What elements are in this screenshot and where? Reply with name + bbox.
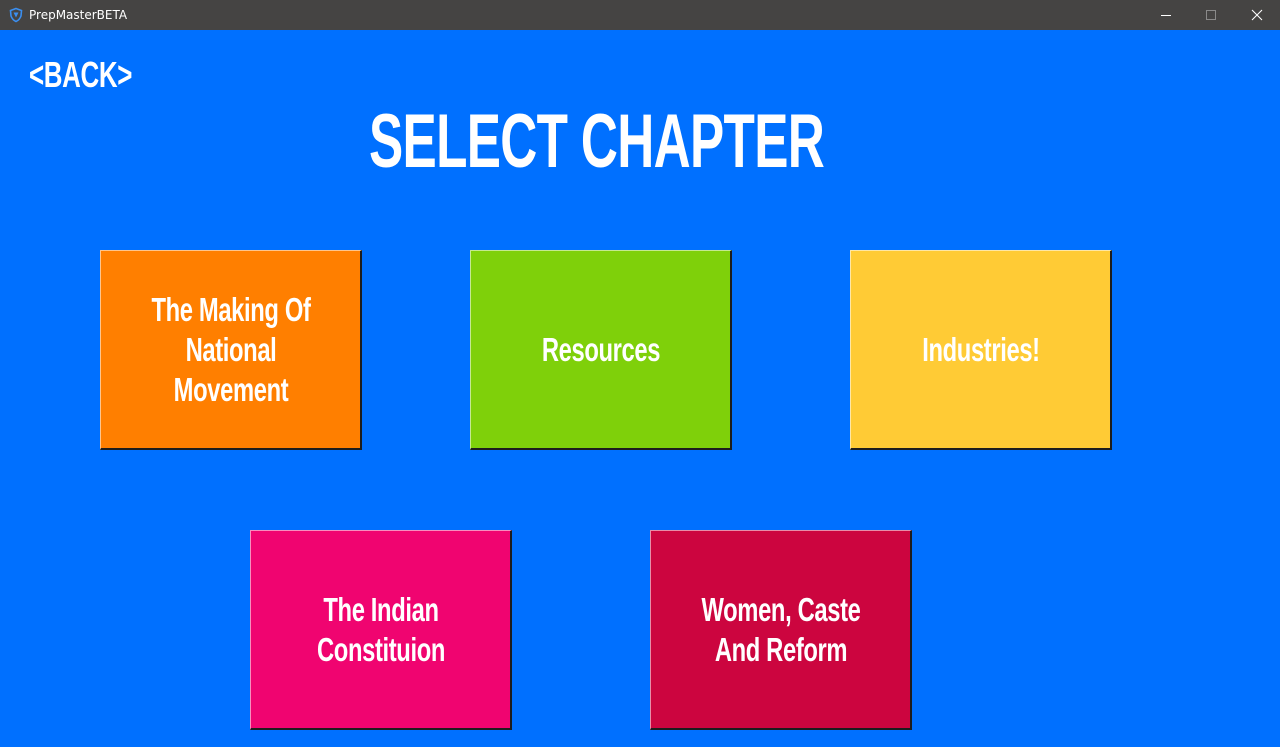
page-title: SELECT CHAPTER	[369, 102, 839, 182]
app-icon	[8, 7, 24, 23]
chapter-tile-industries[interactable]: Industries!	[850, 250, 1112, 450]
maximize-button[interactable]	[1188, 0, 1234, 30]
chapter-tile-label: Women, Caste And Reform	[701, 590, 860, 668]
minimize-icon	[1161, 15, 1171, 16]
chapter-tile-indian-constitution[interactable]: The Indian Constituion	[250, 530, 512, 730]
back-button[interactable]: <BACK>	[29, 55, 172, 95]
chapter-tile-label: Resources	[541, 330, 660, 368]
chapter-tile-label: The Indian Constituion	[316, 590, 445, 668]
close-icon	[1251, 9, 1263, 21]
window-title: PrepMasterBETA	[29, 8, 128, 22]
close-button[interactable]	[1234, 0, 1280, 30]
page-title-text: SELECT CHAPTER	[369, 99, 825, 184]
chapter-select-screen: <BACK> SELECT CHAPTER The Making Of Nati…	[0, 30, 1280, 747]
chapter-tile-resources[interactable]: Resources	[470, 250, 732, 450]
maximize-icon	[1206, 10, 1216, 20]
minimize-button[interactable]	[1143, 0, 1189, 30]
chapter-tile-label: The Making Of National Movement	[150, 290, 311, 408]
chapter-tile-label: Industries!	[921, 330, 1040, 368]
back-button-label: <BACK>	[29, 54, 132, 95]
title-bar: PrepMasterBETA	[0, 0, 1280, 30]
chapter-tile-making-of-national-movement[interactable]: The Making Of National Movement	[100, 250, 362, 450]
chapter-tile-women-caste-reform[interactable]: Women, Caste And Reform	[650, 530, 912, 730]
